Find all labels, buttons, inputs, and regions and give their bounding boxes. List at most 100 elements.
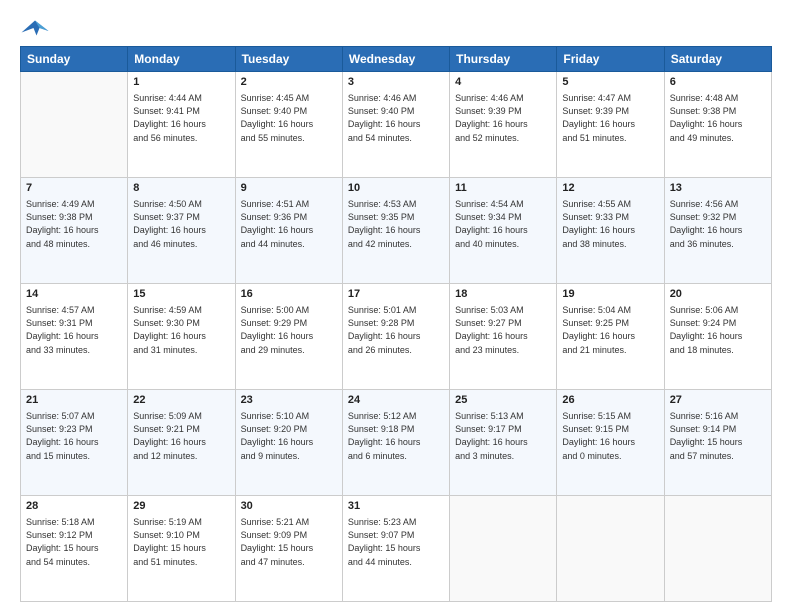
calendar-cell: 10 Sunrise: 4:53 AM Sunset: 9:35 PM Dayli… <box>342 178 449 284</box>
day-info: Sunrise: 4:46 AM Sunset: 9:39 PM Dayligh… <box>455 92 551 144</box>
day-info: Sunrise: 5:06 AM Sunset: 9:24 PM Dayligh… <box>670 304 766 356</box>
calendar-cell: 26Sunrise: 5:15 AM Sunset: 9:15 PM Dayli… <box>557 390 664 496</box>
calendar-cell: 22Sunrise: 5:09 AM Sunset: 9:21 PM Dayli… <box>128 390 235 496</box>
day-number: 30 <box>241 499 337 514</box>
calendar-cell: 7 Sunrise: 4:49 AM Sunset: 9:38 PM Daylig… <box>21 178 128 284</box>
calendar-cell: 3 Sunrise: 4:46 AM Sunset: 9:40 PM Daylig… <box>342 72 449 178</box>
day-info: Sunrise: 4:54 AM Sunset: 9:34 PM Dayligh… <box>455 198 551 250</box>
day-info: Sunrise: 5:16 AM Sunset: 9:14 PM Dayligh… <box>670 410 766 462</box>
day-info: Sunrise: 4:48 AM Sunset: 9:38 PM Dayligh… <box>670 92 766 144</box>
week-row-2: 14 Sunrise: 4:57 AM Sunset: 9:31 PM Dayli… <box>21 284 772 390</box>
calendar-cell: 28 Sunrise: 5:18 AM Sunset: 9:12 PM Dayli… <box>21 496 128 602</box>
weekday-friday: Friday <box>557 47 664 72</box>
day-number: 19 <box>562 287 658 302</box>
calendar-cell: 18 Sunrise: 5:03 AM Sunset: 9:27 PM Dayli… <box>450 284 557 390</box>
calendar-cell: 2 Sunrise: 4:45 AM Sunset: 9:40 PM Daylig… <box>235 72 342 178</box>
day-number: 10 <box>348 181 444 196</box>
day-info: Sunrise: 4:44 AM Sunset: 9:41 PM Dayligh… <box>133 92 229 144</box>
day-info: Sunrise: 4:47 AM Sunset: 9:39 PM Dayligh… <box>562 92 658 144</box>
day-number: 4 <box>455 75 551 90</box>
calendar-cell: 25 Sunrise: 5:13 AM Sunset: 9:17 PM Dayli… <box>450 390 557 496</box>
day-info: Sunrise: 5:01 AM Sunset: 9:28 PM Dayligh… <box>348 304 444 356</box>
day-number: 12 <box>562 181 658 196</box>
day-number: 5 <box>562 75 658 90</box>
calendar-table: SundayMondayTuesdayWednesdayThursdayFrid… <box>20 46 772 602</box>
calendar-cell <box>21 72 128 178</box>
day-info: Sunrise: 4:59 AM Sunset: 9:30 PM Dayligh… <box>133 304 229 356</box>
day-info: Sunrise: 4:53 AM Sunset: 9:35 PM Dayligh… <box>348 198 444 250</box>
day-info: Sunrise: 5:15 AM Sunset: 9:15 PM Dayligh… <box>562 410 658 462</box>
calendar-cell: 5 Sunrise: 4:47 AM Sunset: 9:39 PM Daylig… <box>557 72 664 178</box>
day-number: 14 <box>26 287 122 302</box>
calendar-cell: 14 Sunrise: 4:57 AM Sunset: 9:31 PM Dayli… <box>21 284 128 390</box>
day-number: 22 <box>133 393 229 408</box>
calendar-cell: 19 Sunrise: 5:04 AM Sunset: 9:25 PM Dayli… <box>557 284 664 390</box>
calendar-cell: 11 Sunrise: 4:54 AM Sunset: 9:34 PM Dayli… <box>450 178 557 284</box>
calendar-cell: 23 Sunrise: 5:10 AM Sunset: 9:20 PM Dayli… <box>235 390 342 496</box>
day-number: 23 <box>241 393 337 408</box>
week-row-4: 28 Sunrise: 5:18 AM Sunset: 9:12 PM Dayli… <box>21 496 772 602</box>
day-number: 13 <box>670 181 766 196</box>
day-info: Sunrise: 5:19 AM Sunset: 9:10 PM Dayligh… <box>133 516 229 568</box>
day-number: 2 <box>241 75 337 90</box>
day-number: 27 <box>670 393 766 408</box>
day-number: 21 <box>26 393 122 408</box>
day-number: 25 <box>455 393 551 408</box>
weekday-header-row: SundayMondayTuesdayWednesdayThursdayFrid… <box>21 47 772 72</box>
day-number: 1 <box>133 75 229 90</box>
day-number: 9 <box>241 181 337 196</box>
weekday-sunday: Sunday <box>21 47 128 72</box>
day-info: Sunrise: 4:55 AM Sunset: 9:33 PM Dayligh… <box>562 198 658 250</box>
weekday-monday: Monday <box>128 47 235 72</box>
week-row-0: 1 Sunrise: 4:44 AM Sunset: 9:41 PM Daylig… <box>21 72 772 178</box>
day-info: Sunrise: 5:13 AM Sunset: 9:17 PM Dayligh… <box>455 410 551 462</box>
weekday-tuesday: Tuesday <box>235 47 342 72</box>
calendar-cell: 4 Sunrise: 4:46 AM Sunset: 9:39 PM Daylig… <box>450 72 557 178</box>
day-number: 24 <box>348 393 444 408</box>
day-number: 18 <box>455 287 551 302</box>
day-number: 20 <box>670 287 766 302</box>
calendar-cell: 20 Sunrise: 5:06 AM Sunset: 9:24 PM Dayli… <box>664 284 771 390</box>
day-number: 17 <box>348 287 444 302</box>
day-info: Sunrise: 5:04 AM Sunset: 9:25 PM Dayligh… <box>562 304 658 356</box>
logo <box>20 16 54 40</box>
calendar-cell: 12 Sunrise: 4:55 AM Sunset: 9:33 PM Dayli… <box>557 178 664 284</box>
weekday-saturday: Saturday <box>664 47 771 72</box>
calendar-cell: 24 Sunrise: 5:12 AM Sunset: 9:18 PM Dayli… <box>342 390 449 496</box>
weekday-wednesday: Wednesday <box>342 47 449 72</box>
calendar-cell: 31Sunrise: 5:23 AM Sunset: 9:07 PM Dayli… <box>342 496 449 602</box>
day-info: Sunrise: 4:45 AM Sunset: 9:40 PM Dayligh… <box>241 92 337 144</box>
logo-icon <box>20 16 50 40</box>
day-info: Sunrise: 5:10 AM Sunset: 9:20 PM Dayligh… <box>241 410 337 462</box>
day-info: Sunrise: 5:18 AM Sunset: 9:12 PM Dayligh… <box>26 516 122 568</box>
day-number: 15 <box>133 287 229 302</box>
day-number: 3 <box>348 75 444 90</box>
day-info: Sunrise: 5:21 AM Sunset: 9:09 PM Dayligh… <box>241 516 337 568</box>
calendar-cell: 1 Sunrise: 4:44 AM Sunset: 9:41 PM Daylig… <box>128 72 235 178</box>
calendar-cell: 13 Sunrise: 4:56 AM Sunset: 9:32 PM Dayli… <box>664 178 771 284</box>
day-number: 31 <box>348 499 444 514</box>
day-info: Sunrise: 5:00 AM Sunset: 9:29 PM Dayligh… <box>241 304 337 356</box>
calendar-cell: 17 Sunrise: 5:01 AM Sunset: 9:28 PM Dayli… <box>342 284 449 390</box>
day-info: Sunrise: 4:57 AM Sunset: 9:31 PM Dayligh… <box>26 304 122 356</box>
day-info: Sunrise: 4:56 AM Sunset: 9:32 PM Dayligh… <box>670 198 766 250</box>
day-info: Sunrise: 4:49 AM Sunset: 9:38 PM Dayligh… <box>26 198 122 250</box>
calendar-cell: 27 Sunrise: 5:16 AM Sunset: 9:14 PM Dayli… <box>664 390 771 496</box>
calendar-cell <box>557 496 664 602</box>
calendar-cell: 29 Sunrise: 5:19 AM Sunset: 9:10 PM Dayli… <box>128 496 235 602</box>
calendar-cell: 30 Sunrise: 5:21 AM Sunset: 9:09 PM Dayli… <box>235 496 342 602</box>
calendar-cell: 6Sunrise: 4:48 AM Sunset: 9:38 PM Daylig… <box>664 72 771 178</box>
day-number: 29 <box>133 499 229 514</box>
day-number: 28 <box>26 499 122 514</box>
day-number: 11 <box>455 181 551 196</box>
day-info: Sunrise: 5:12 AM Sunset: 9:18 PM Dayligh… <box>348 410 444 462</box>
calendar-cell: 8Sunrise: 4:50 AM Sunset: 9:37 PM Daylig… <box>128 178 235 284</box>
day-number: 7 <box>26 181 122 196</box>
calendar-cell: 21Sunrise: 5:07 AM Sunset: 9:23 PM Dayli… <box>21 390 128 496</box>
calendar-cell: 15 Sunrise: 4:59 AM Sunset: 9:30 PM Dayli… <box>128 284 235 390</box>
calendar-cell <box>664 496 771 602</box>
day-info: Sunrise: 4:46 AM Sunset: 9:40 PM Dayligh… <box>348 92 444 144</box>
day-number: 8 <box>133 181 229 196</box>
week-row-3: 21Sunrise: 5:07 AM Sunset: 9:23 PM Dayli… <box>21 390 772 496</box>
day-info: Sunrise: 5:03 AM Sunset: 9:27 PM Dayligh… <box>455 304 551 356</box>
